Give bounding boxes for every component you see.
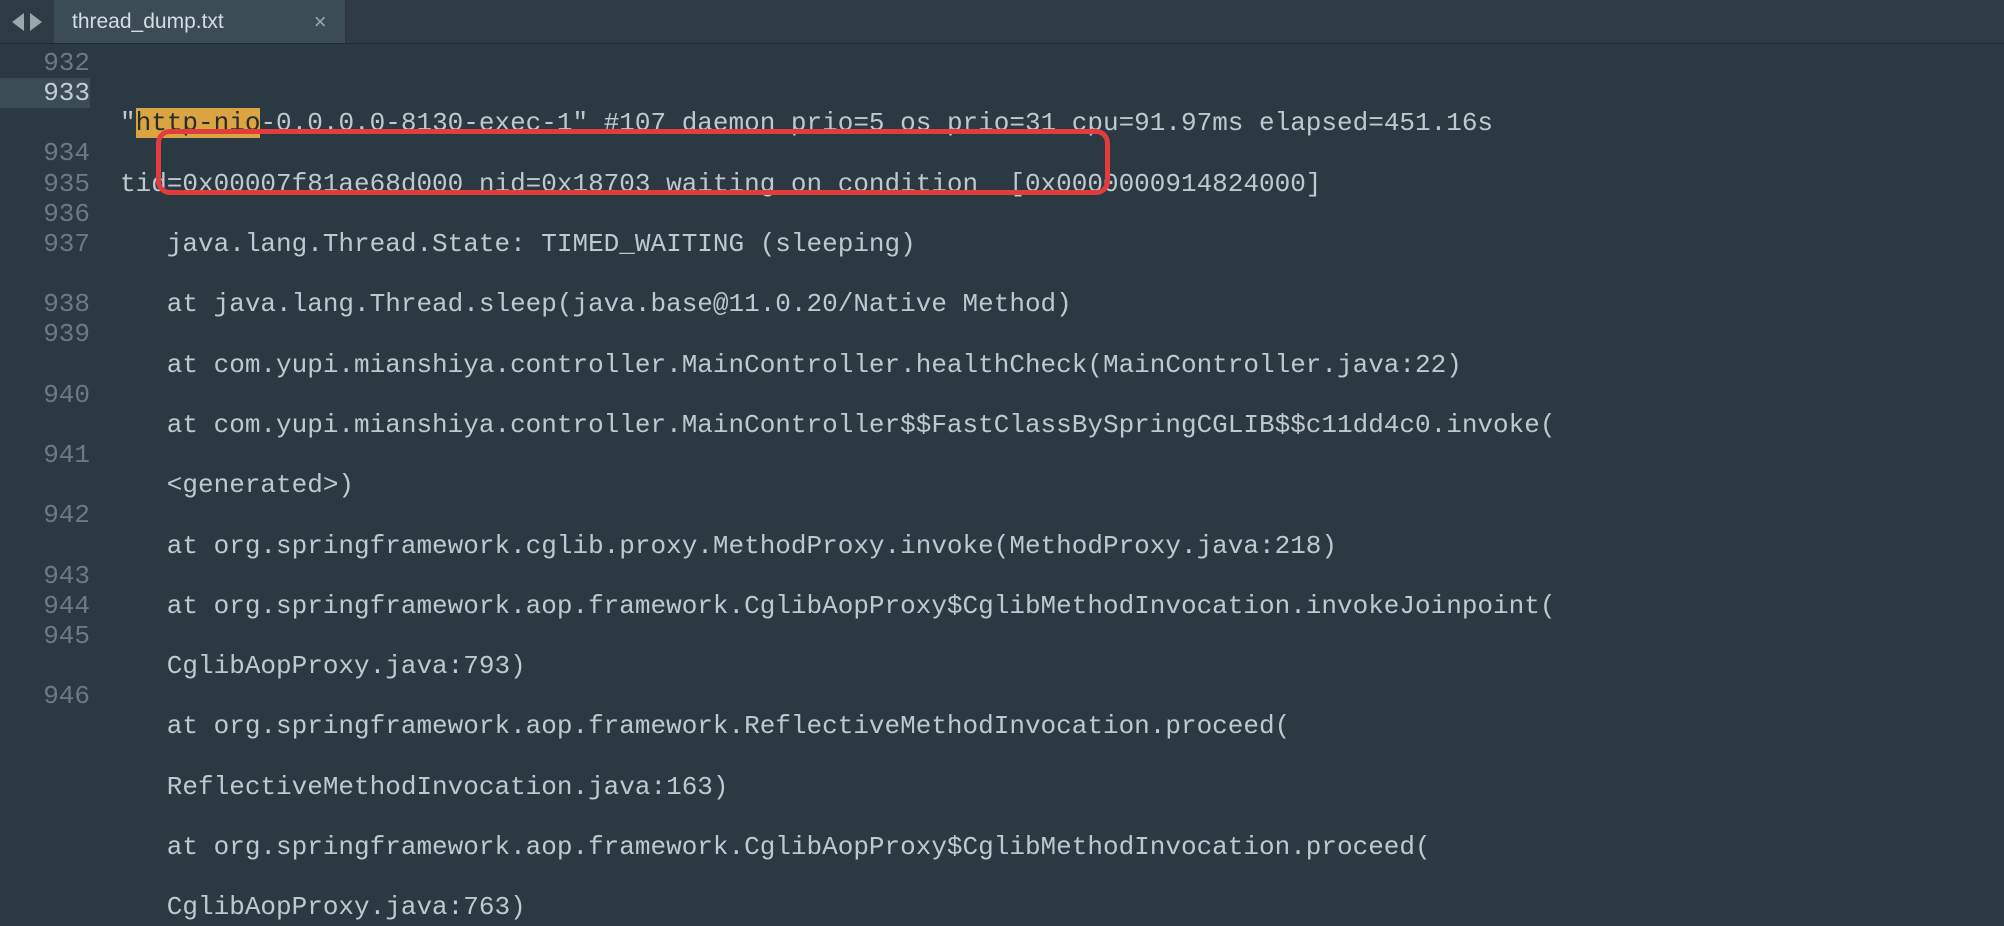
code-line: CglibAopProxy.java:763) [120, 892, 1555, 922]
line-number [0, 259, 90, 289]
line-number: 945 [0, 621, 90, 651]
code-line: at com.yupi.mianshiya.controller.MainCon… [120, 350, 1555, 380]
line-number-gutter: 932933 934935936937 938939 940 941 942 9… [0, 44, 104, 926]
line-number: 941 [0, 440, 90, 470]
line-number [0, 651, 90, 681]
code-text: " [120, 108, 136, 138]
nav-forward-icon[interactable] [30, 13, 42, 31]
code-text: -0.0.0.0-8130-exec-1" #107 daemon prio=5… [260, 108, 1493, 138]
line-number: 934 [0, 138, 90, 168]
tab-title: thread_dump.txt [72, 10, 224, 34]
nav-arrows [0, 0, 54, 43]
line-number: 933 [0, 78, 90, 108]
line-number [0, 108, 90, 138]
tab-bar: thread_dump.txt × [0, 0, 2004, 44]
line-number: 942 [0, 500, 90, 530]
code-line: java.lang.Thread.State: TIMED_WAITING (s… [120, 229, 1555, 259]
editor[interactable]: 932933 934935936937 938939 940 941 942 9… [0, 44, 2004, 926]
close-icon[interactable]: × [314, 11, 327, 33]
line-number: 935 [0, 169, 90, 199]
line-number: 940 [0, 380, 90, 410]
code-line: <generated>) [120, 470, 1555, 500]
line-number: 937 [0, 229, 90, 259]
line-number: 936 [0, 199, 90, 229]
line-number [0, 711, 90, 741]
code-line: CglibAopProxy.java:793) [120, 651, 1555, 681]
code-line: at org.springframework.cglib.proxy.Metho… [120, 531, 1555, 561]
line-number: 938 [0, 289, 90, 319]
line-number: 943 [0, 561, 90, 591]
code-line: at org.springframework.aop.framework.Cgl… [120, 832, 1555, 862]
line-number: 932 [0, 48, 90, 78]
line-number [0, 531, 90, 561]
code-line: at com.yupi.mianshiya.controller.MainCon… [120, 410, 1555, 440]
search-highlight: http-nio [136, 108, 261, 138]
tab-thread-dump[interactable]: thread_dump.txt × [54, 0, 346, 43]
line-number: 939 [0, 319, 90, 349]
code-line: tid=0x00007f81ae68d000 nid=0x18703 waiti… [120, 169, 1555, 199]
code-line: ReflectiveMethodInvocation.java:163) [120, 772, 1555, 802]
code-area[interactable]: "http-nio-0.0.0.0-8130-exec-1" #107 daem… [104, 44, 1555, 926]
line-number [0, 350, 90, 380]
line-number: 944 [0, 591, 90, 621]
line-number [0, 410, 90, 440]
line-number: 946 [0, 681, 90, 711]
nav-back-icon[interactable] [12, 13, 24, 31]
code-line: "http-nio-0.0.0.0-8130-exec-1" #107 daem… [120, 108, 1555, 138]
line-number [0, 470, 90, 500]
code-line: at java.lang.Thread.sleep(java.base@11.0… [120, 289, 1555, 319]
code-line: at org.springframework.aop.framework.Cgl… [120, 591, 1555, 621]
code-line: at org.springframework.aop.framework.Ref… [120, 711, 1555, 741]
